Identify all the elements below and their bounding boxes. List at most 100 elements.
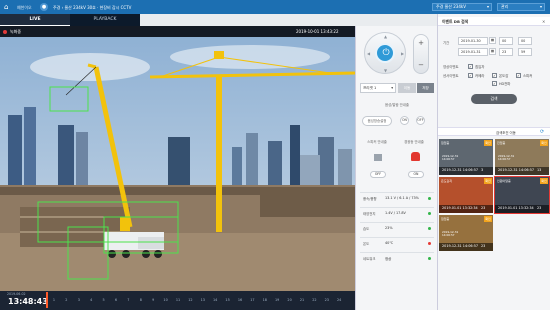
site-path: 주경 › 울산 234kV 30호 · 현장비 감시 CCTV [53, 5, 132, 10]
sensor-status-icon [428, 227, 431, 230]
sensor-temp-checkbox[interactable]: ✓ [492, 73, 497, 78]
search-panel-title: 이벤트 DB 검색 [442, 19, 469, 24]
site-select[interactable]: 주경 울산 234kV ▾ [432, 3, 492, 11]
timeline-date: 2019-06-02 [7, 292, 26, 296]
home-icon[interactable]: ⌂ [4, 3, 13, 11]
timeline-tick: 20 [287, 298, 292, 302]
timeline-tick: 23 [324, 298, 329, 302]
event-badge: 확인 [484, 216, 492, 222]
ptz-joystick[interactable]: ▲ ▼ ◀ ▶ ⏻ [364, 32, 406, 74]
speaker-toggle[interactable]: OFF [370, 171, 386, 178]
timeline-tick: 8 [139, 298, 142, 302]
user-select[interactable]: 관리 ▾ [497, 3, 545, 11]
event-title: 침입중 [441, 217, 450, 221]
event-thumbnail[interactable]: 침입중 확인 2019-12-31 14:06:57 2019-12-31 14:06… [439, 215, 493, 251]
timeline-tick: 5 [102, 298, 105, 302]
zoom-control: + − [413, 34, 429, 74]
sensor-status-icon [428, 242, 431, 245]
zoom-out-button[interactable]: − [414, 61, 428, 69]
timeline-tick: 3 [77, 298, 80, 302]
video-header: 녹화중 2019-10-01 13:43:22 [0, 26, 355, 37]
sensor-label: 습도 [363, 227, 370, 231]
event-time: 2019.01.01 13:32:34 [442, 206, 478, 210]
speaker-icon [374, 154, 382, 161]
event-intruder-checkbox[interactable]: ✓ [468, 64, 473, 69]
calendar-icon[interactable]: ▦ [489, 37, 496, 44]
timeline-tick: 6 [114, 298, 118, 302]
camera-feed[interactable] [0, 37, 355, 291]
siren-toggle[interactable]: ON [408, 171, 424, 178]
sensor-row: 태양전지 1.4V / 17.8V [360, 207, 434, 219]
preset-save-button[interactable]: 저장 [417, 83, 434, 93]
sensor-hd-label: HD전파 [499, 82, 511, 86]
timeline-tick: 1 [52, 298, 56, 302]
chevron-down-icon: ▾ [391, 86, 393, 90]
hour-from-select[interactable]: 00 [499, 37, 513, 45]
broadcast-off-button[interactable]: OFF [416, 116, 425, 125]
event-time: 2019-12-31 14:06:57 [442, 168, 479, 172]
pan-down-icon[interactable]: ▼ [384, 68, 387, 73]
event-badge: 확인 [484, 140, 492, 146]
sensor-status-icon [428, 257, 431, 260]
sensor-value: 1.4V / 17.8V [385, 211, 406, 215]
close-icon[interactable]: ✕ [542, 19, 545, 24]
event-time: 2019.01.01 13:32:34 [498, 206, 534, 210]
event-thumbnail[interactable]: 온도감지 확인 2019.01.01 13:32:34 23 [439, 177, 493, 213]
preset-row: 프리셋 1 ▾ 이동 저장 [360, 83, 434, 93]
minute-from-select[interactable]: 00 [518, 37, 532, 45]
sensor-temp-label: 온도감 [499, 74, 509, 78]
top-bar: ⌂ 예천이오 ● 주경 › 울산 234kV 30호 · 현장비 감시 CCTV… [0, 0, 550, 14]
playback-timeline[interactable]: 2019-06-02 13:48:43 1 2 3 4 5 6 7 8 9 10 11 12 13 14 1… [0, 291, 355, 310]
event-thumbnail[interactable]: 인원이탈중 확인 2019.01.01 13:32:34 23 [494, 176, 550, 214]
date-from-input[interactable]: 2019-01-30 [458, 37, 488, 45]
event-title: 진입중 [497, 141, 506, 145]
location-pin-icon: ● [40, 3, 48, 11]
calendar-icon[interactable]: ▦ [489, 48, 496, 55]
broadcast-settings-button[interactable]: 음성방송설정 [362, 116, 392, 126]
site-select-value: 주경 울산 234kV [436, 4, 466, 9]
preset-move-button[interactable]: 이동 [398, 83, 416, 93]
pan-left-icon[interactable]: ◀ [367, 51, 370, 56]
sensor-value: 정상 [385, 257, 392, 261]
sensor-row: 온도 40℃ [360, 237, 434, 249]
timeline-tick: 10 [163, 298, 168, 302]
siren-label: 경광등 안내출 [404, 140, 424, 144]
search-button[interactable]: 검색 [471, 94, 517, 104]
date-to-input[interactable]: 2019-01-31 [458, 48, 488, 56]
timeline-clock: 13:48:43 [8, 297, 48, 306]
refresh-icon[interactable]: ⟳ [540, 129, 544, 135]
timeline-tick: 18 [262, 298, 267, 302]
zoom-in-button[interactable]: + [414, 39, 428, 47]
broadcast-on-button[interactable]: ON [400, 116, 409, 125]
power-button[interactable]: ⏻ [375, 43, 395, 63]
tab-playback[interactable]: PLAYBACK [70, 14, 140, 26]
event-badge: 확인 [484, 178, 492, 184]
event-time: 2019-12-31 14:06:57 [442, 244, 479, 248]
timeline-tick: 17 [250, 298, 255, 302]
sensor-type-label: 센서이벤트 [443, 74, 459, 78]
event-title: 인원이탈중 [497, 179, 511, 183]
pan-right-icon[interactable]: ▶ [401, 51, 404, 56]
tab-live[interactable]: LIVE [0, 14, 70, 26]
minute-to-select[interactable]: 59 [518, 48, 532, 56]
preset-select[interactable]: 프리셋 1 ▾ [360, 83, 396, 93]
sensor-speaker-checkbox[interactable]: ✓ [516, 73, 521, 78]
sensor-camera-checkbox[interactable]: ✓ [468, 73, 473, 78]
timeline-tick: 2 [65, 298, 68, 302]
sensor-status-icon [428, 197, 431, 200]
event-title: 침입중 [441, 141, 450, 145]
event-thumbnail[interactable]: 침입중 확인 2019-12-31 14:06:57 2019-12-31 14:06… [439, 139, 493, 175]
sensor-hd-checkbox[interactable]: ✓ [492, 81, 497, 86]
hour-to-select[interactable]: 23 [499, 48, 513, 56]
event-thumbnail[interactable]: 진입중 확인 2019-12-31 14:06:57 2019-12-31 14:06… [495, 139, 549, 175]
camera-control-panel: ▲ ▼ ◀ ▶ ⏻ + − 프리셋 1 ▾ 이동 저장 음성/알람 안내출 음성방… [355, 26, 437, 310]
sensor-value: 23% [385, 226, 393, 230]
sensor-row: 풍속/풍향 13.1 V / 6.1 A / 73% [360, 192, 434, 204]
auto-broadcast-title: 음성/알람 안내출 [384, 103, 410, 107]
timeline-tick: 11 [175, 298, 181, 302]
sensor-row: 습도 23% [360, 222, 434, 234]
timeline-tick: 16 [237, 298, 243, 302]
camera-scene [0, 37, 355, 291]
view-tabs: LIVE PLAYBACK [0, 14, 140, 26]
pan-up-icon[interactable]: ▲ [384, 34, 387, 39]
